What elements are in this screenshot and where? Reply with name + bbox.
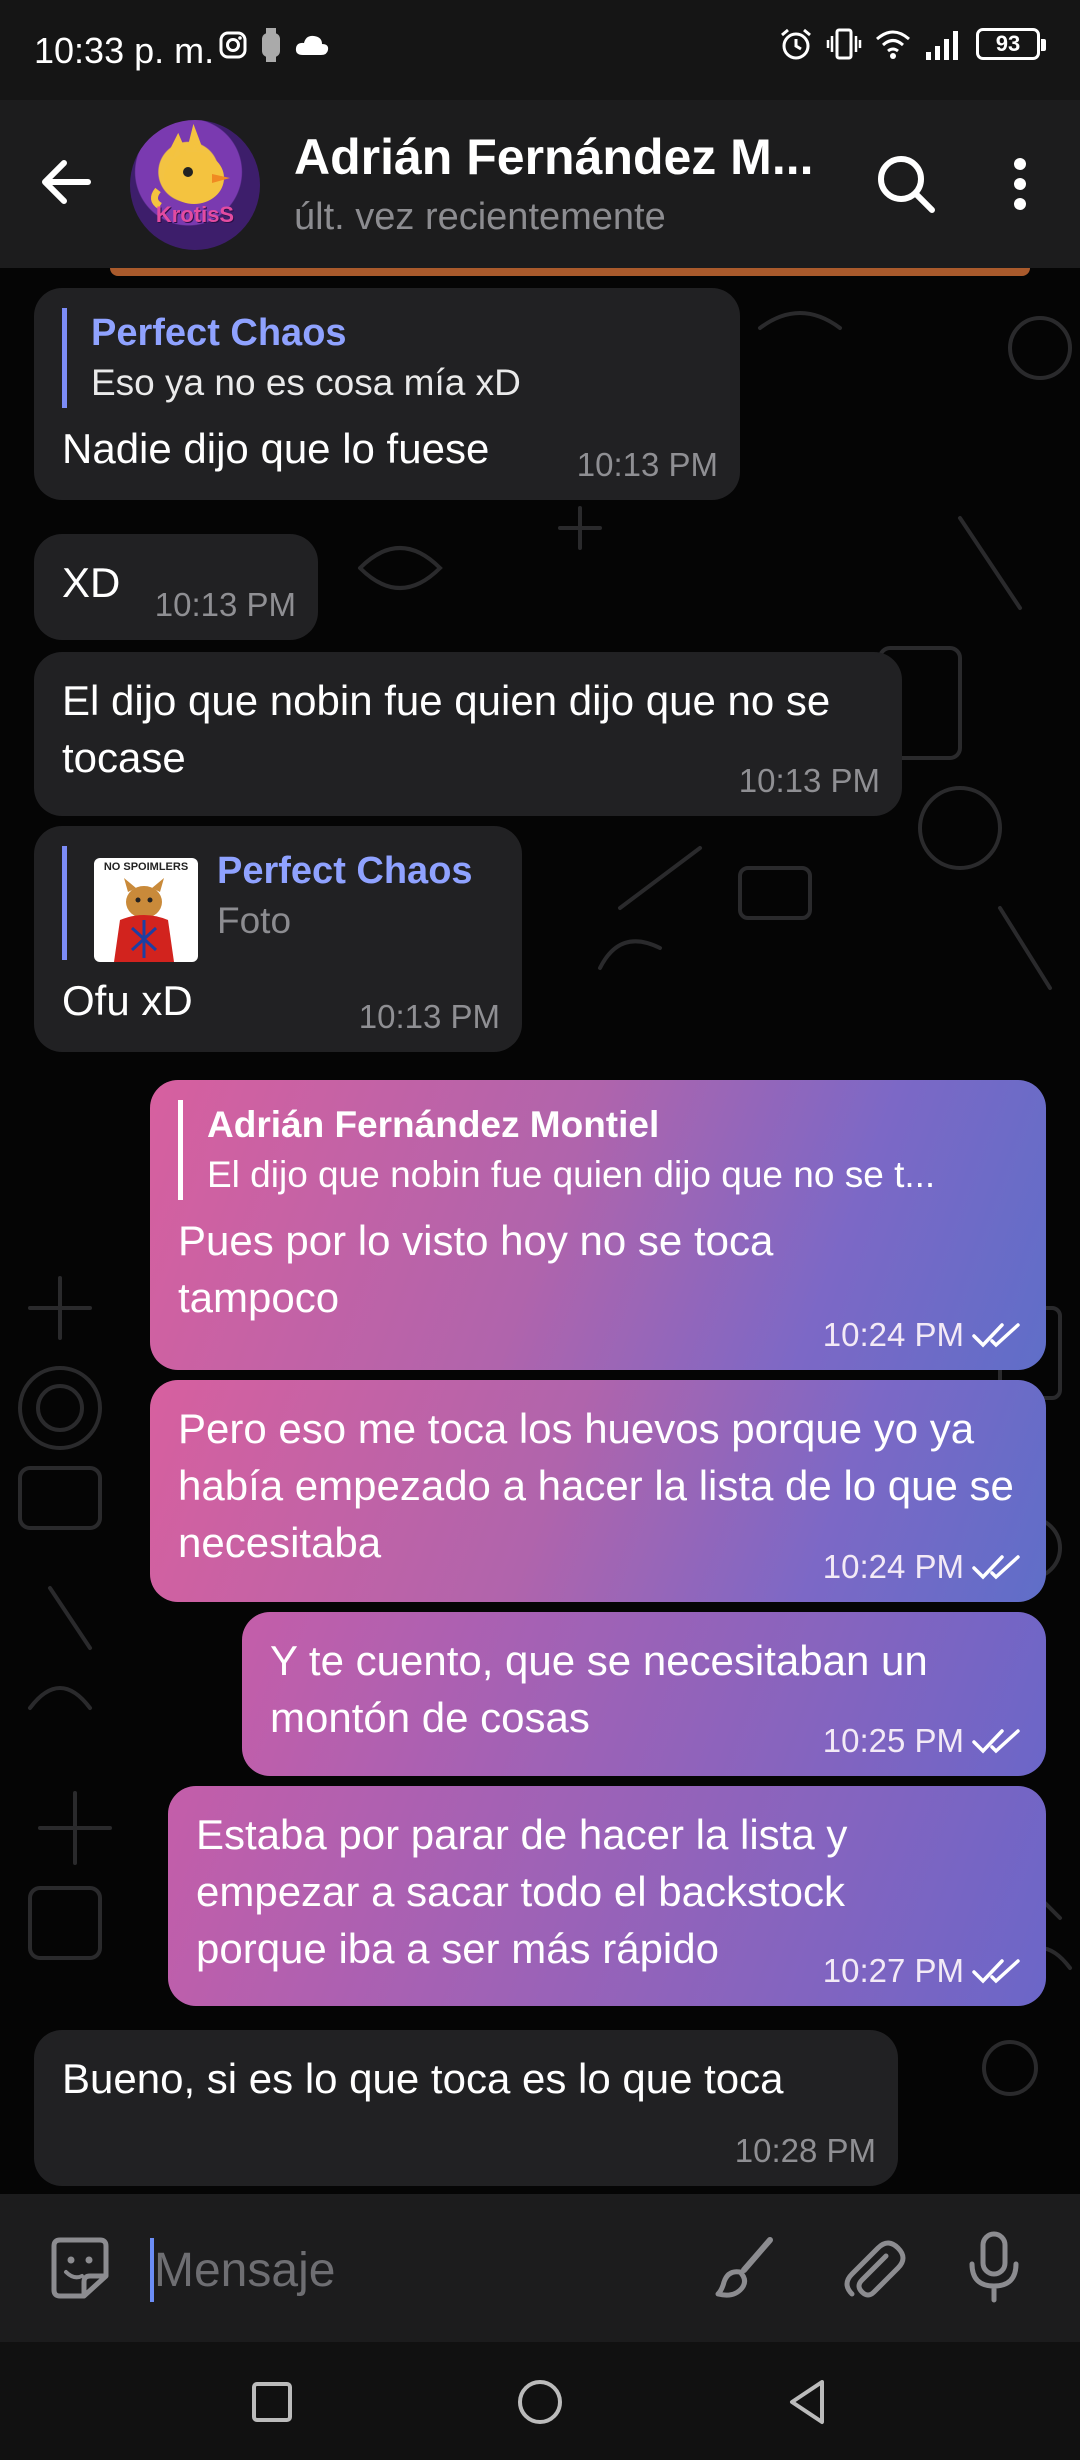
reply-quote[interactable]: Adrián Fernández Montiel El dijo que nob… xyxy=(178,1100,1018,1200)
reply-photo-thumbnail: NO SPOIMLERS xyxy=(94,858,198,962)
last-seen-status: últ. vez recientemente xyxy=(294,196,666,238)
avatar-logo-text: KrotisS xyxy=(155,202,235,227)
double-check-icon xyxy=(972,1729,1020,1754)
chat-messages[interactable]: Perfect Chaos Eso ya no es cosa mía xD N… xyxy=(0,268,1080,2194)
paint-brush-icon[interactable] xyxy=(710,2232,782,2304)
message-bubble-outgoing[interactable]: Y te cuento, que se necesitaban un montó… xyxy=(242,1612,1046,1776)
battery-icon: 93 xyxy=(976,28,1046,60)
chick-mascot-icon xyxy=(151,123,230,210)
message-bubble[interactable]: Perfect Chaos Eso ya no es cosa mía xD N… xyxy=(34,288,740,500)
message-time: 10:27 PM xyxy=(823,1952,1024,1990)
message-bubble[interactable]: Bueno, si es lo que toca es lo que toca … xyxy=(34,2030,898,2186)
message-bubble[interactable]: El dijo que nobin fue quien dijo que no … xyxy=(34,652,902,816)
reply-author: Perfect Chaos xyxy=(217,850,473,892)
message-time: 10:13 PM xyxy=(359,998,500,1036)
message-bubble-outgoing[interactable]: Estaba por parar de hacer la lista y emp… xyxy=(168,1786,1046,2006)
message-composer xyxy=(0,2194,1080,2342)
reply-snippet: Foto xyxy=(217,900,292,941)
reply-quote[interactable]: Perfect Chaos Eso ya no es cosa mía xD xyxy=(62,308,712,408)
reply-snippet: El dijo que nobin fue quien dijo que no … xyxy=(207,1154,936,1195)
instagram-icon xyxy=(219,31,247,59)
avatar[interactable]: KrotisS xyxy=(130,120,260,250)
message-time: 10:24 PM xyxy=(823,1316,1024,1354)
message-time-text: 10:24 PM xyxy=(822,1548,964,1585)
more-vertical-icon[interactable] xyxy=(990,148,1050,220)
reply-author: Adrián Fernández Montiel xyxy=(207,1104,660,1145)
message-bubble[interactable]: XD 10:13 PM xyxy=(34,534,318,640)
message-time-text: 10:28 PM xyxy=(734,2132,876,2169)
message-bubble-outgoing[interactable]: Adrián Fernández Montiel El dijo que nob… xyxy=(150,1080,1046,1370)
status-bar: 10:33 p. m. 93 xyxy=(0,0,1080,100)
status-time: 10:33 p. m. xyxy=(34,30,215,71)
message-time-text: 10:13 PM xyxy=(576,446,718,483)
message-bubble[interactable]: Perfect Chaos Foto NO SPOIMLERS Ofu xD 1… xyxy=(34,826,522,1052)
message-time-text: 10:24 PM xyxy=(822,1316,964,1353)
message-time: 10:13 PM xyxy=(577,446,718,484)
message-time: 10:13 PM xyxy=(739,762,880,800)
thumbnail-caption: NO SPOIMLERS xyxy=(103,861,189,873)
message-time: 10:25 PM xyxy=(823,1722,1024,1760)
recent-apps-icon[interactable] xyxy=(242,2372,302,2432)
double-check-icon xyxy=(972,1555,1020,1580)
message-time: 10:28 PM xyxy=(735,2132,876,2170)
message-time-text: 10:13 PM xyxy=(154,586,296,623)
message-time: 10:13 PM xyxy=(155,586,296,624)
wifi-icon xyxy=(876,30,910,59)
message-text: Pero eso me toca los huevos porque yo ya… xyxy=(178,1405,1014,1566)
message-time-text: 10:13 PM xyxy=(358,998,500,1035)
watch-icon xyxy=(262,28,280,62)
battery-level: 93 xyxy=(995,31,1021,56)
back-arrow-icon[interactable] xyxy=(30,146,102,218)
cloud-icon xyxy=(295,35,329,55)
double-check-icon xyxy=(972,1323,1020,1348)
double-check-icon xyxy=(972,1959,1020,1984)
message-input[interactable] xyxy=(154,2232,674,2308)
reply-author: Perfect Chaos xyxy=(91,312,347,354)
sticker-emoji-icon[interactable] xyxy=(44,2232,116,2304)
message-time: 10:24 PM xyxy=(823,1548,1024,1586)
message-bubble-outgoing[interactable]: Pero eso me toca los huevos porque yo ya… xyxy=(150,1380,1046,1602)
search-icon[interactable] xyxy=(870,148,942,220)
alarm-icon xyxy=(781,28,811,60)
message-time-text: 10:25 PM xyxy=(822,1722,964,1759)
chat-title[interactable]: Adrián Fernández M... xyxy=(294,128,814,186)
dog-photo-icon xyxy=(114,878,174,962)
chat-header: KrotisS Adrián Fernández M... últ. vez r… xyxy=(0,100,1080,268)
message-text: Bueno, si es lo que toca es lo que toca xyxy=(62,2055,784,2102)
home-icon[interactable] xyxy=(510,2372,570,2432)
microphone-icon[interactable] xyxy=(958,2230,1030,2306)
back-nav-icon[interactable] xyxy=(778,2372,838,2432)
message-time-text: 10:27 PM xyxy=(822,1952,964,1989)
pinned-message-bar-edge xyxy=(110,268,1030,276)
reply-snippet: Eso ya no es cosa mía xD xyxy=(91,362,521,403)
signal-icon xyxy=(926,31,958,60)
vibrate-icon xyxy=(826,28,862,60)
paperclip-attach-icon[interactable] xyxy=(836,2232,908,2304)
message-text: Pues por lo visto hoy no se toca tampoco xyxy=(178,1217,774,1321)
system-navigation-bar xyxy=(0,2342,1080,2460)
message-time-text: 10:13 PM xyxy=(738,762,880,799)
